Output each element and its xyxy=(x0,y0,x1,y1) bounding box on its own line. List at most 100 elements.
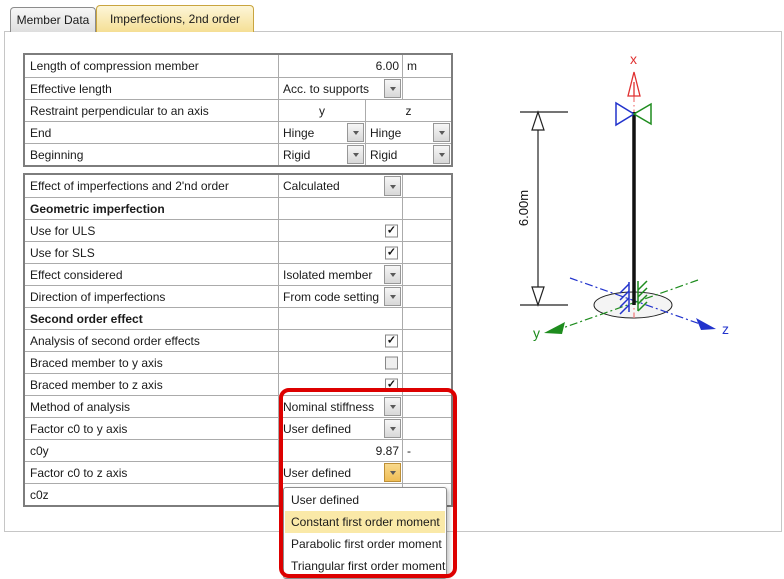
value-cell-length-of-compression-member[interactable]: 6.00 xyxy=(279,55,403,77)
chevron-down-icon[interactable] xyxy=(433,145,450,164)
unit-cell xyxy=(403,264,451,285)
row-label-braced-member-to-y-axis: Braced member to y axis xyxy=(25,352,279,373)
chevron-down-icon[interactable] xyxy=(433,123,450,142)
axis-y-header-text: y xyxy=(319,103,325,118)
dropdown-value: Isolated member xyxy=(283,267,373,282)
dropdown-direction-of-imperfections[interactable]: From code setting xyxy=(279,286,402,307)
table-row: Length of compression member 6.00 m xyxy=(25,55,451,77)
row-label-braced-member-to-z-axis: Braced member to z axis xyxy=(25,374,279,395)
unit-cell xyxy=(403,242,451,263)
checkbox-use-for-uls[interactable]: ✓ xyxy=(385,224,398,237)
dropdown-option-parabolic-first-order-moment[interactable]: Parabolic first order moment xyxy=(285,533,445,555)
dropdown-cell-z: Rigid xyxy=(366,144,451,165)
y-axis-label: y xyxy=(533,325,540,341)
checkbox-braced-member-to-z-axis[interactable]: ✓ xyxy=(385,378,398,391)
unit-cell xyxy=(403,418,451,439)
top-hinge-blue xyxy=(615,101,636,127)
unit-cell: m xyxy=(403,55,451,77)
factor-c0-z-dropdown-list: User defined Constant first order moment P… xyxy=(283,487,447,579)
chevron-down-icon[interactable] xyxy=(384,397,401,416)
dropdown-cell: User defined xyxy=(279,418,403,439)
table-row: End Hinge Hinge xyxy=(25,121,451,143)
dropdown-value: User defined xyxy=(283,421,352,436)
unit-cell xyxy=(403,175,451,197)
dropdown-factor-c0-to-y-axis[interactable]: User defined xyxy=(279,418,402,439)
dropdown-end-z[interactable]: Hinge xyxy=(366,122,451,143)
tab-member-data-label: Member Data xyxy=(16,13,90,27)
chevron-down-icon[interactable] xyxy=(384,463,401,482)
unit-cell xyxy=(403,352,451,373)
dropdown-cell: Acc. to supports xyxy=(279,78,403,99)
dropdown-beginning-z[interactable]: Rigid xyxy=(366,144,451,165)
dropdown-cell-y: Rigid xyxy=(279,144,366,165)
table-row: Effect considered Isolated member xyxy=(25,263,451,285)
table-row: Beginning Rigid Rigid xyxy=(25,143,451,165)
dropdown-cell: Nominal stiffness xyxy=(279,396,403,417)
checkbox-cell: ✓ xyxy=(279,220,403,241)
table-row: Analysis of second order effects ✓ xyxy=(25,329,451,351)
table-row: Second order effect xyxy=(25,307,451,329)
table-row: Braced member to y axis xyxy=(25,351,451,373)
chevron-down-icon[interactable] xyxy=(347,123,364,142)
tab-imperfections-2nd-order[interactable]: Imperfections, 2nd order xyxy=(96,5,254,32)
chevron-down-icon[interactable] xyxy=(347,145,364,164)
y-axis-arrow xyxy=(544,322,565,334)
empty-cell xyxy=(279,198,403,219)
unit-cell xyxy=(403,286,451,307)
row-label-factor-c0-to-y-axis: Factor c0 to y axis xyxy=(25,418,279,439)
empty-cell xyxy=(279,308,403,329)
unit-text: m xyxy=(407,59,417,73)
chevron-down-icon[interactable] xyxy=(384,265,401,284)
value-cell-c0y[interactable]: 9.87 xyxy=(279,440,403,461)
unit-cell xyxy=(403,78,451,99)
checkbox-analysis-of-second-order-effects[interactable]: ✓ xyxy=(385,334,398,347)
unit-cell xyxy=(403,462,451,483)
table-row: Use for ULS ✓ xyxy=(25,219,451,241)
dropdown-method-of-analysis[interactable]: Nominal stiffness xyxy=(279,396,402,417)
chevron-down-icon[interactable] xyxy=(384,79,401,98)
tab-member-data[interactable]: Member Data xyxy=(10,7,96,32)
table-row: Effect of imperfections and 2'nd order Ca… xyxy=(25,175,451,197)
dropdown-effect-of-imperfections-and-2-nd-order[interactable]: Calculated xyxy=(279,175,402,197)
table-row: Restraint perpendicular to an axis y z xyxy=(25,99,451,121)
checkbox-cell: ✓ xyxy=(279,242,403,263)
axis-z-header: z xyxy=(366,100,451,121)
table-row: Geometric imperfection xyxy=(25,197,451,219)
dropdown-effect-considered[interactable]: Isolated member xyxy=(279,264,402,285)
unit-cell xyxy=(403,374,451,395)
row-label-geometric-imperfection: Geometric imperfection xyxy=(25,198,279,219)
table-row: Factor c0 to z axis User defined xyxy=(25,461,451,483)
row-label-effect-considered: Effect considered xyxy=(25,264,279,285)
checkbox-cell: ✓ xyxy=(279,374,403,395)
tab-imperfections-label: Imperfections, 2nd order xyxy=(109,12,241,26)
row-label-beginning: Beginning xyxy=(25,144,279,165)
chevron-down-icon[interactable] xyxy=(384,287,401,306)
dropdown-value: Acc. to supports xyxy=(283,81,370,96)
dropdown-cell: Isolated member xyxy=(279,264,403,285)
row-label-restraint-perpendicular-to-an-axis: Restraint perpendicular to an axis xyxy=(25,100,279,121)
dropdown-effective-length[interactable]: Acc. to supports xyxy=(279,78,402,99)
chevron-down-icon[interactable] xyxy=(384,419,401,438)
row-label-use-for-uls: Use for ULS xyxy=(25,220,279,241)
dropdown-cell-z: Hinge xyxy=(366,122,451,143)
member-diagram: z y x 6.00m xyxy=(516,51,729,341)
dropdown-option-constant-first-order-moment[interactable]: Constant first order moment xyxy=(285,511,445,533)
unit-cell xyxy=(403,396,451,417)
dropdown-beginning-y[interactable]: Rigid xyxy=(279,144,365,165)
checkbox-use-for-sls[interactable]: ✓ xyxy=(385,246,398,259)
dropdown-cell: From code setting xyxy=(279,286,403,307)
row-label-length-of-compression-member: Length of compression member xyxy=(25,55,279,77)
row-label-analysis-of-second-order-effects: Analysis of second order effects xyxy=(25,330,279,351)
row-label-c0y: c0y xyxy=(25,440,279,461)
unit-text: - xyxy=(407,443,411,458)
dropdown-option-user-defined[interactable]: User defined xyxy=(285,489,445,511)
dropdown-option-triangular-first-order-moment[interactable]: Triangular first order moment xyxy=(285,555,445,577)
dropdown-value: Hinge xyxy=(283,125,315,140)
dropdown-factor-c0-to-z-axis[interactable]: User defined xyxy=(279,462,402,483)
dropdown-value: Hinge xyxy=(370,125,402,140)
dropdown-end-y[interactable]: Hinge xyxy=(279,122,365,143)
checkbox-braced-member-to-y-axis[interactable] xyxy=(385,356,398,369)
row-label-method-of-analysis: Method of analysis xyxy=(25,396,279,417)
table-row: Factor c0 to y axis User defined xyxy=(25,417,451,439)
chevron-down-icon[interactable] xyxy=(384,176,401,196)
